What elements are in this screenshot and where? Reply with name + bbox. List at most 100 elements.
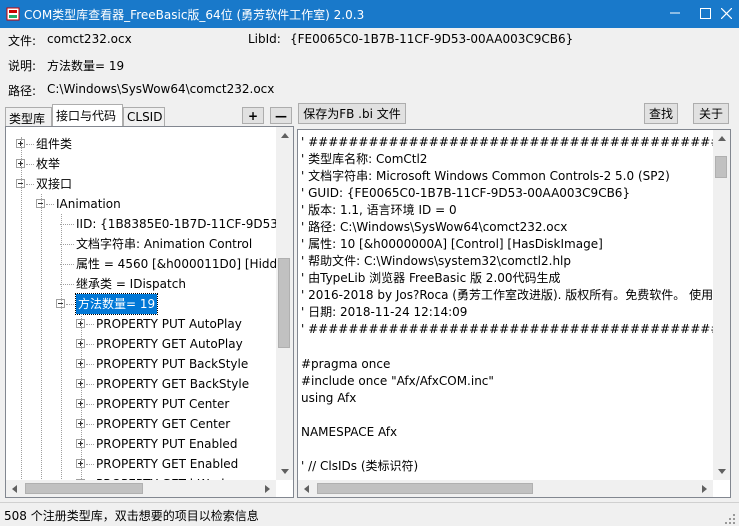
code-view[interactable]: ' ######################################…: [297, 129, 731, 498]
tree-connector: [46, 204, 54, 205]
chevron-up-icon: [280, 133, 289, 138]
tree-guide-line: [81, 314, 82, 487]
code-line: #include once "Afx/AfxCOM.inc": [301, 374, 494, 388]
code-line: ' GUID: {FE0065C0-1B7B-11CF-9D53-00AA003…: [301, 186, 631, 200]
tree-item-label: PROPERTY PUT Center: [96, 397, 230, 411]
find-button[interactable]: 查找: [644, 103, 678, 124]
tree-item[interactable]: 属性 = 4560 [&h000011D0] [Hidden] [Dual] […: [6, 254, 293, 274]
tree-item-label: 组件类: [36, 137, 73, 151]
tree-connector: [86, 344, 94, 345]
about-button[interactable]: 关于: [693, 103, 729, 124]
tree-item[interactable]: 组件类: [6, 134, 274, 154]
code-line: ' 属性: 10 [&h0000000A] [Control] [HasDisk…: [301, 237, 603, 251]
libid-field[interactable]: {FE0065C0-1B7B-11CF-9D53-00AA003C9CB6}: [285, 28, 731, 50]
scroll-left-arrow[interactable]: [6, 480, 23, 497]
tree-connector: [60, 264, 74, 265]
tree-guide-line: [41, 194, 42, 487]
collapse-all-button[interactable]: —: [270, 107, 292, 124]
tree-guide-line: [61, 214, 62, 487]
code-line: ' // ClsIDs (类标识符): [301, 459, 419, 473]
scroll-right-arrow[interactable]: [259, 480, 276, 497]
tree-item[interactable]: IAnimation: [6, 194, 274, 214]
tree-vscroll-thumb[interactable]: [278, 258, 290, 348]
tree-item-label: 枚举: [36, 157, 61, 171]
code-line: using Afx: [301, 391, 357, 405]
expand-all-button[interactable]: +: [242, 107, 264, 124]
tree-item[interactable]: PROPERTY PUT AutoPlay: [6, 314, 274, 334]
tree-hscroll-thumb[interactable]: [25, 483, 143, 494]
tree-item-label: PROPERTY GET BackStyle: [96, 377, 250, 391]
save-bi-button[interactable]: 保存为FB .bi 文件: [298, 103, 406, 124]
tree-item[interactable]: 方法数量= 19: [6, 293, 274, 315]
code-vscroll-thumb[interactable]: [715, 156, 727, 178]
tree-connector: [86, 424, 94, 425]
scroll-left-arrow[interactable]: [298, 480, 315, 497]
code-line: ' 日期: 2018-11-24 12:14:09: [301, 305, 468, 319]
libid-label: LibId:: [248, 32, 281, 46]
code-vscroll[interactable]: [713, 130, 730, 480]
tree-connector: [86, 404, 94, 405]
code-line: ' 类型库名称: ComCtl2: [301, 152, 428, 166]
tree-connector: [86, 444, 94, 445]
minimize-button[interactable]: [661, 0, 689, 26]
tree-connector: [86, 384, 94, 385]
tree-connector: [86, 364, 94, 365]
tab-interfaces-code[interactable]: 接口与代码: [52, 104, 123, 126]
tree-item-label: PROPERTY PUT BackStyle: [96, 357, 249, 371]
tree-item[interactable]: 继承类 = IDispatch: [6, 274, 274, 294]
code-line: ' ######################################…: [301, 322, 730, 336]
desc-label: 说明:: [8, 59, 37, 73]
tab-clsid[interactable]: CLSID: [123, 107, 165, 127]
tree-item-label: 方法数量= 19: [74, 293, 159, 315]
tree-item[interactable]: 文档字符串: Animation Control: [6, 234, 274, 254]
code-line: ' 帮助文件: C:\Windows\system32\comctl2.hlp: [301, 254, 572, 268]
scroll-down-arrow[interactable]: [276, 463, 293, 480]
scroll-right-arrow[interactable]: [696, 480, 713, 497]
code-line: ' 由TypeLib 浏览器 FreeBasic 版 2.00代码生成: [301, 271, 561, 285]
desc-field[interactable]: 方法数量= 19: [42, 53, 731, 75]
scroll-down-arrow[interactable]: [713, 463, 730, 480]
code-line: ' 2016-2018 by Jos?Roca (勇芳工作室改进版). 版权所有…: [301, 288, 714, 302]
maximize-icon: [699, 7, 711, 19]
close-button[interactable]: [712, 0, 739, 26]
tree-item-label: PROPERTY GET Center: [96, 417, 231, 431]
code-line: #pragma once: [301, 357, 391, 371]
tree-item-label: PROPERTY PUT Enabled: [96, 437, 238, 451]
code-hscroll-thumb[interactable]: [317, 483, 533, 494]
code-line: ' 路径: C:\Windows\SysWow64\comct232.ocx: [301, 220, 568, 234]
tree-connector: [60, 244, 74, 245]
tree-item[interactable]: 枚举: [6, 154, 274, 174]
chevron-down-icon: [280, 469, 289, 474]
scroll-up-arrow[interactable]: [713, 130, 730, 147]
chevron-left-icon: [12, 484, 17, 493]
tree-item[interactable]: PROPERTY PUT Center: [6, 394, 274, 414]
tree-item[interactable]: PROPERTY GET BackStyle: [6, 374, 274, 394]
tree-item[interactable]: IID: {1B8385E0-1B7D-11CF-9D53-00AA003C9C…: [6, 214, 293, 234]
tree-item[interactable]: PROPERTY GET Enabled: [6, 454, 274, 474]
code-line: ' ######################################…: [301, 135, 730, 149]
tree-vscroll[interactable]: [276, 127, 293, 480]
resize-grip-icon[interactable]: [724, 513, 736, 525]
title-bar[interactable]: COM类型库查看器_FreeBasic版_64位 (勇芳软件工作室) 2.0.3: [0, 0, 739, 28]
tree-item[interactable]: PROPERTY PUT Enabled: [6, 434, 274, 454]
scroll-up-arrow[interactable]: [276, 127, 293, 144]
tree-item[interactable]: PROPERTY GET AutoPlay: [6, 334, 274, 354]
tab-typelib[interactable]: 类型库: [5, 107, 52, 127]
tree-hscroll[interactable]: [6, 480, 276, 497]
tree-item-label: PROPERTY GET AutoPlay: [96, 337, 243, 351]
tree-item[interactable]: PROPERTY GET Center: [6, 414, 274, 434]
tree-item[interactable]: 双接口: [6, 174, 274, 194]
status-bar: 508 个注册类型库，双击想要的项目以检索信息: [0, 502, 739, 526]
app-icon: [6, 7, 20, 21]
tree-connector: [26, 144, 34, 145]
path-field[interactable]: C:\Windows\SysWow64\comct232.ocx: [42, 78, 731, 100]
file-field[interactable]: comct232.ocx: [42, 28, 142, 50]
chevron-right-icon: [265, 484, 270, 493]
tree-item[interactable]: PROPERTY PUT BackStyle: [6, 354, 274, 374]
code-hscroll[interactable]: [298, 480, 713, 497]
interface-tree[interactable]: 组件类枚举双接口 IAnimation IID: {1B8385E0-1B7D-11…: [5, 126, 294, 498]
chevron-up-icon: [717, 136, 726, 141]
tree-item-label: PROPERTY PUT AutoPlay: [96, 317, 242, 331]
path-label: 路径:: [8, 84, 37, 98]
tree-connector: [26, 184, 34, 185]
